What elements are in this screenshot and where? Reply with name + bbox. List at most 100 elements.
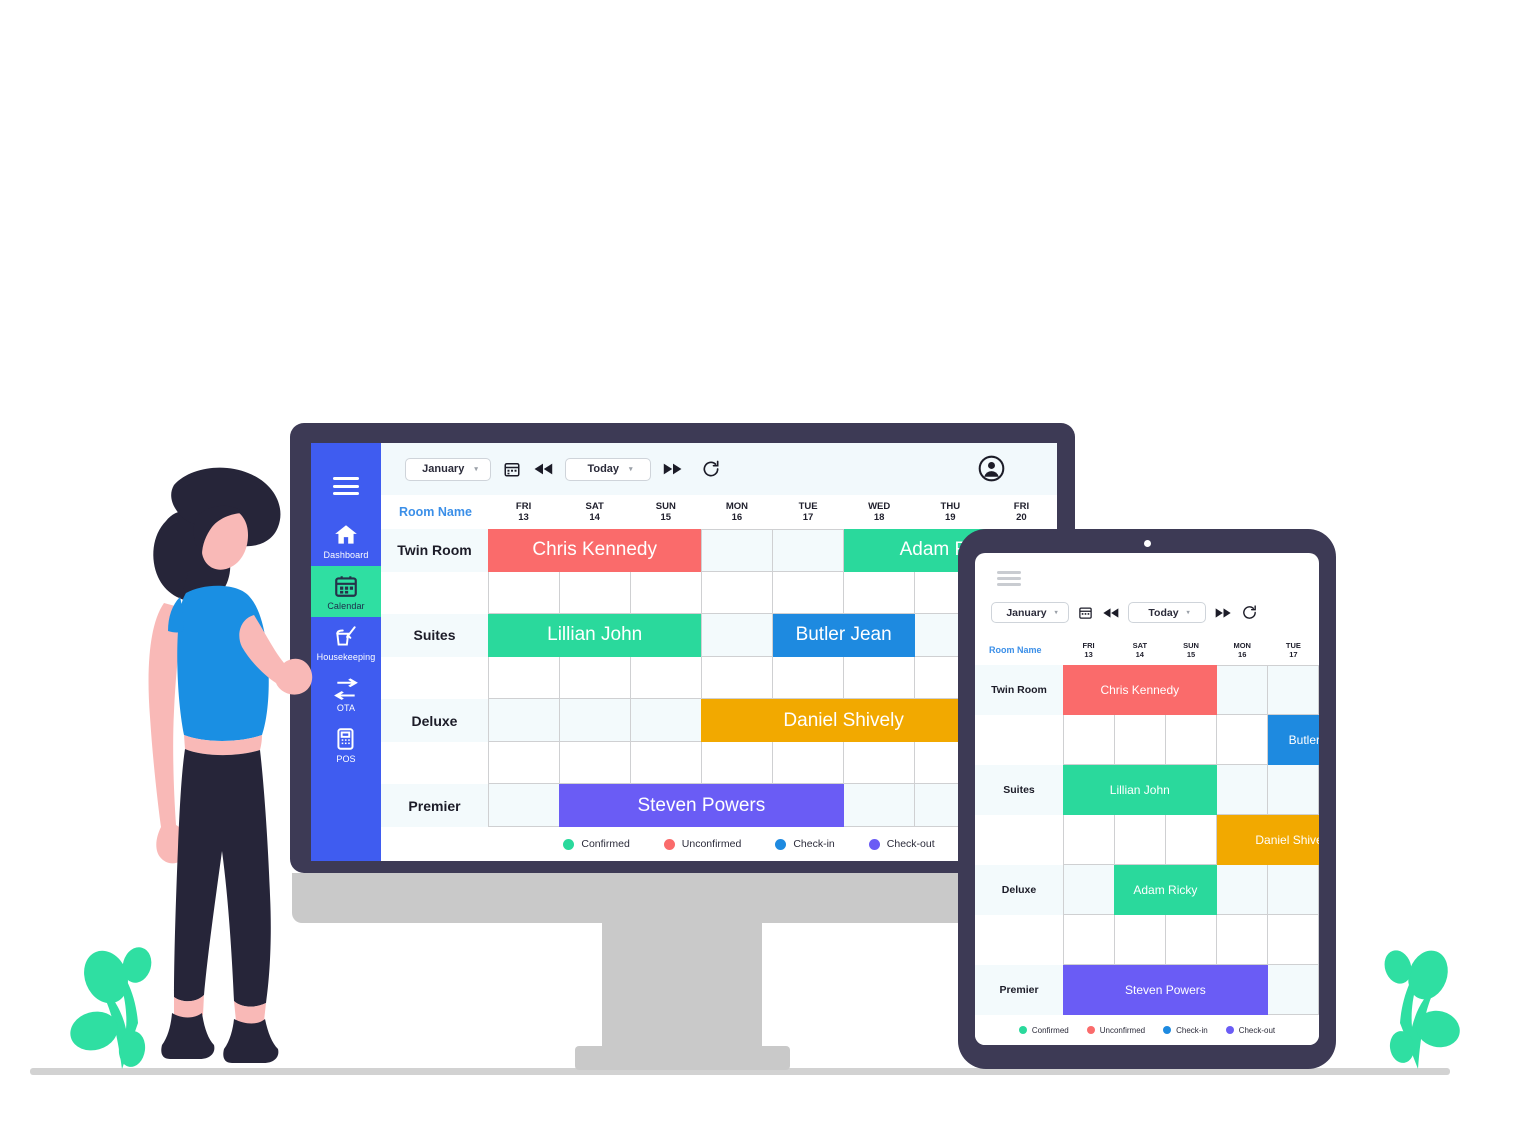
calendar-cell[interactable]	[773, 741, 844, 785]
day-header[interactable]: MON 16	[701, 495, 772, 529]
calendar-cell[interactable]	[773, 656, 844, 700]
calendar-cell[interactable]	[488, 741, 560, 785]
room-name-cell[interactable]: Suites	[975, 765, 1063, 815]
refresh-icon[interactable]	[701, 459, 721, 479]
sidebar-item-dashboard[interactable]: Dashboard	[311, 515, 381, 566]
room-name-cell[interactable]: Premier	[381, 784, 488, 827]
room-name-cell[interactable]: Twin Room	[381, 529, 488, 572]
user-avatar-icon[interactable]	[978, 455, 1005, 487]
calendar-cell[interactable]	[1268, 765, 1319, 815]
calendar-cell[interactable]	[1217, 715, 1268, 765]
calendar-cell[interactable]	[1268, 865, 1319, 915]
booking-block[interactable]: Chris Kennedy	[1063, 665, 1217, 715]
hamburger-icon[interactable]	[997, 571, 1021, 586]
calendar-cell[interactable]	[844, 784, 915, 828]
sidebar-item-ota[interactable]: OTA	[311, 668, 381, 719]
room-name-cell[interactable]: Premier	[975, 965, 1063, 1015]
calendar-cell[interactable]	[560, 656, 631, 700]
calendar-cell[interactable]	[1166, 715, 1217, 765]
booking-block[interactable]: Lillian John	[1063, 765, 1217, 815]
booking-block[interactable]: Lillian John	[488, 614, 702, 657]
calendar-picker-icon[interactable]	[503, 460, 521, 478]
sidebar-item-housekeeping[interactable]: Housekeeping	[311, 617, 381, 668]
calendar-cell[interactable]	[1217, 865, 1268, 915]
next-period-button[interactable]	[1215, 607, 1232, 619]
calendar-picker-icon[interactable]	[1078, 605, 1093, 620]
calendar-cell[interactable]	[488, 699, 560, 742]
month-select[interactable]: January ▾	[405, 457, 491, 481]
sidebar-item-calendar[interactable]: Calendar	[311, 566, 381, 617]
calendar-cell[interactable]	[1217, 665, 1268, 715]
calendar-cell[interactable]	[773, 571, 844, 615]
calendar-cell[interactable]	[702, 656, 773, 700]
calendar-cell[interactable]	[844, 571, 915, 615]
booking-block[interactable]: Daniel Shively	[1216, 815, 1319, 865]
prev-period-button[interactable]	[533, 462, 553, 476]
room-name-cell[interactable]: Deluxe	[975, 865, 1063, 915]
booking-block[interactable]: Steven Powers	[1063, 965, 1268, 1015]
calendar-cell[interactable]	[560, 741, 631, 785]
calendar-cell[interactable]	[1063, 715, 1115, 765]
refresh-icon[interactable]	[1241, 604, 1258, 621]
calendar-cell[interactable]	[702, 571, 773, 615]
day-header[interactable]: TUE 17	[1268, 635, 1319, 665]
day-header[interactable]: TUE 17	[773, 495, 844, 529]
calendar-cell[interactable]	[1115, 915, 1166, 965]
booking-block[interactable]: Butler Jean	[772, 614, 915, 657]
day-header[interactable]: FRI 20	[986, 495, 1057, 529]
calendar-cell[interactable]	[1115, 715, 1166, 765]
calendar-cell[interactable]	[488, 571, 560, 615]
calendar-cell[interactable]	[702, 529, 773, 572]
day-header[interactable]: THU 19	[915, 495, 986, 529]
day-header[interactable]: SUN 15	[630, 495, 701, 529]
day-header[interactable]: WED 18	[844, 495, 915, 529]
day-header[interactable]: MON 16	[1217, 635, 1268, 665]
day-header[interactable]: SUN 15	[1165, 635, 1216, 665]
calendar-cell[interactable]	[1166, 915, 1217, 965]
hamburger-icon[interactable]	[333, 477, 359, 495]
room-name-cell[interactable]: Suites	[381, 614, 488, 657]
calendar-cell[interactable]	[1063, 865, 1115, 915]
today-select[interactable]: Today ▾	[1128, 602, 1206, 623]
day-header[interactable]: FRI 13	[1063, 635, 1114, 665]
calendar-cell[interactable]	[560, 571, 631, 615]
calendar-cell[interactable]	[1268, 965, 1319, 1015]
calendar-cell[interactable]	[844, 741, 915, 785]
calendar-cell[interactable]	[1268, 665, 1319, 715]
calendar-cell[interactable]	[488, 656, 560, 700]
calendar-cell[interactable]	[631, 571, 702, 615]
room-name-cell[interactable]: Deluxe	[381, 699, 488, 742]
day-header[interactable]: FRI 13	[488, 495, 559, 529]
calendar-cell[interactable]	[1063, 915, 1115, 965]
sidebar-item-pos[interactable]: POS	[311, 719, 381, 770]
calendar-cell[interactable]	[1063, 815, 1115, 865]
calendar-cell[interactable]	[631, 741, 702, 785]
month-select[interactable]: January ▾	[991, 602, 1069, 623]
next-period-button[interactable]	[663, 462, 683, 476]
calendar-cell[interactable]	[844, 656, 915, 700]
calendar-cell[interactable]	[1166, 815, 1217, 865]
calendar-cell[interactable]	[1268, 915, 1319, 965]
calendar-cell[interactable]	[773, 529, 844, 572]
room-name-header[interactable]: Room Name	[381, 495, 488, 529]
booking-block[interactable]: Chris Kennedy	[488, 529, 702, 572]
today-select[interactable]: Today ▾	[565, 457, 651, 481]
room-name-cell[interactable]: Twin Room	[975, 665, 1063, 715]
prev-period-button[interactable]	[1102, 607, 1119, 619]
calendar-cell[interactable]	[560, 699, 631, 742]
calendar-cell[interactable]	[631, 699, 702, 742]
booking-block[interactable]: Butler Jean	[1267, 715, 1319, 765]
calendar-cell[interactable]	[702, 614, 773, 657]
calendar-cell[interactable]	[488, 784, 560, 828]
booking-block[interactable]: Steven Powers	[559, 784, 844, 827]
calendar-cell[interactable]	[1115, 815, 1166, 865]
day-header[interactable]: SAT 14	[1114, 635, 1165, 665]
day-header[interactable]: SAT 14	[559, 495, 630, 529]
calendar-cell[interactable]	[1217, 765, 1268, 815]
calendar-cell[interactable]	[702, 741, 773, 785]
booking-block[interactable]: Adam Ricky	[1114, 865, 1217, 915]
booking-block[interactable]: Daniel Shively	[701, 699, 986, 742]
calendar-cell[interactable]	[631, 656, 702, 700]
room-name-header[interactable]: Room Name	[975, 635, 1063, 665]
calendar-cell[interactable]	[1217, 915, 1268, 965]
